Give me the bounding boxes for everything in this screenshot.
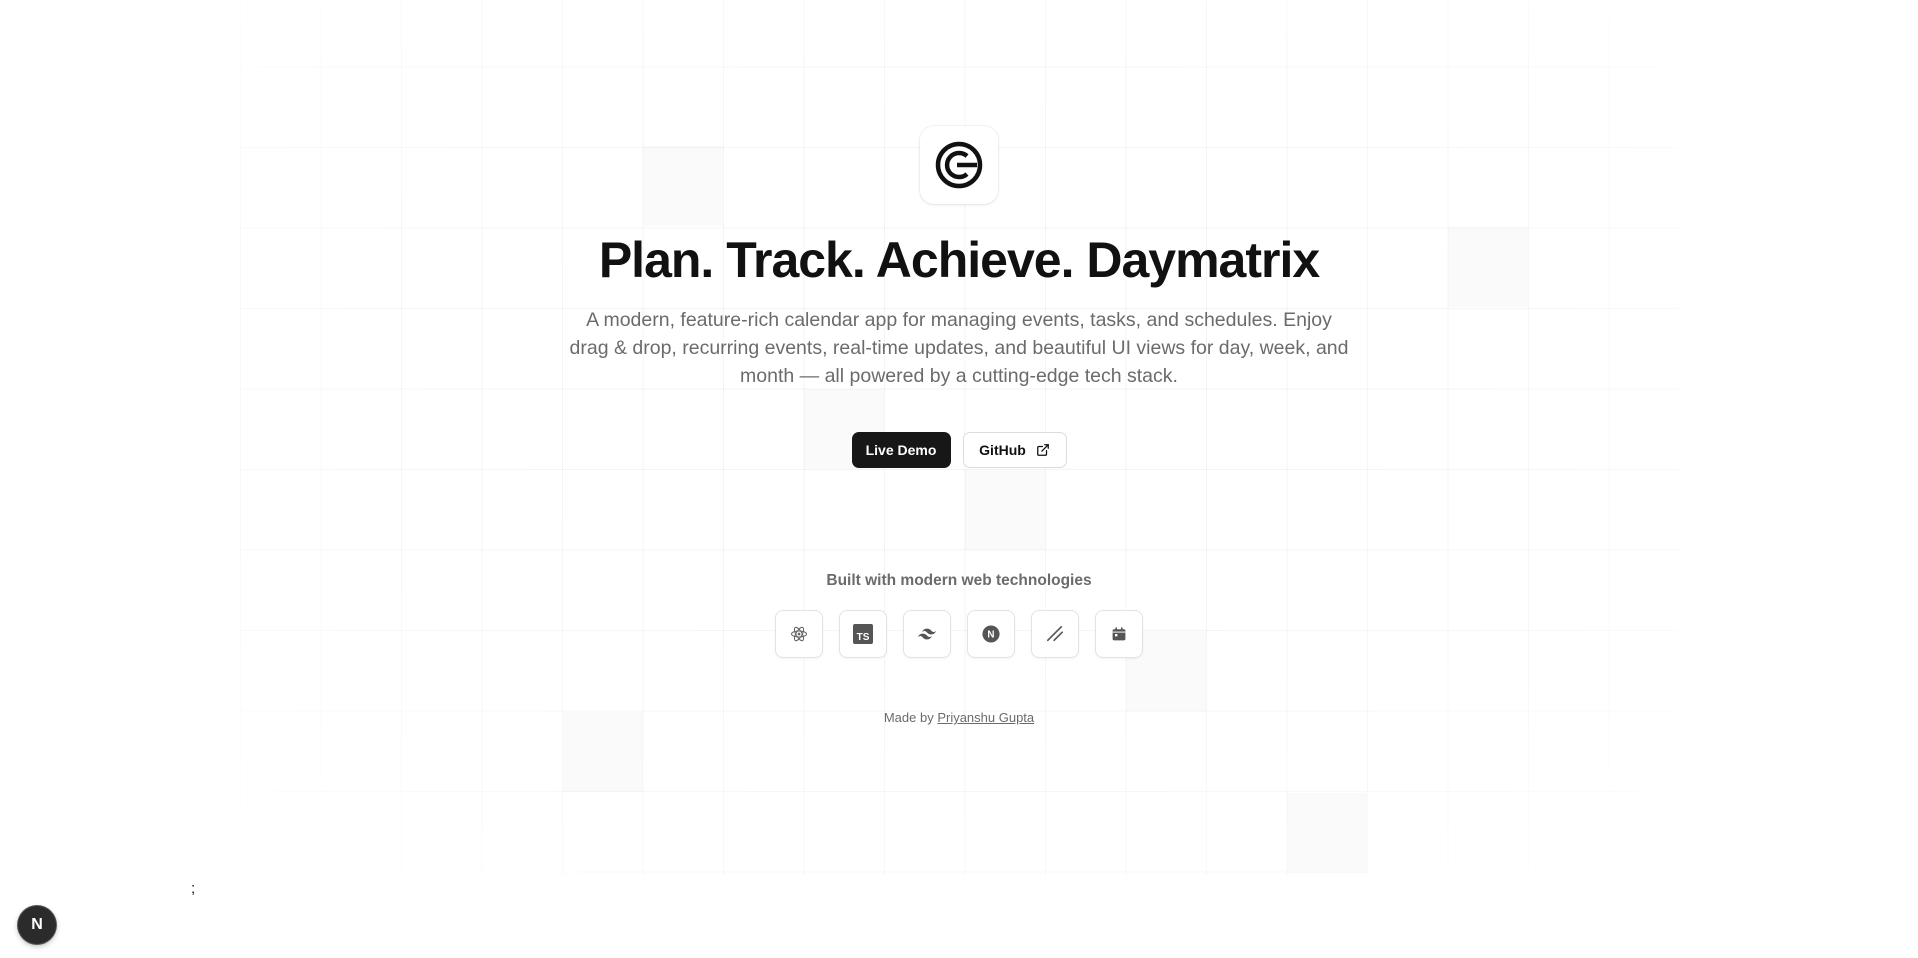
page: Plan. Track. Achieve. Daymatrix A modern…	[0, 0, 1918, 958]
tech-item-calendar[interactable]	[1095, 610, 1143, 658]
hero-section: Plan. Track. Achieve. Daymatrix A modern…	[0, 0, 1918, 725]
live-demo-button[interactable]: Live Demo	[851, 432, 951, 468]
tech-item-shadcn[interactable]	[1031, 610, 1079, 658]
tech-item-tailwind[interactable]	[903, 610, 951, 658]
tech-item-typescript[interactable]: TS	[839, 610, 887, 658]
footer-prefix: Made by	[883, 710, 938, 725]
shadcn-icon	[1046, 625, 1064, 642]
tech-stack-list: TS N	[775, 610, 1143, 658]
tailwind-icon	[917, 628, 937, 640]
typescript-icon: TS	[853, 624, 873, 644]
live-demo-label: Live Demo	[865, 442, 937, 458]
github-button[interactable]: GitHub	[962, 432, 1067, 468]
react-icon	[790, 626, 808, 642]
calendar-icon	[1112, 627, 1126, 641]
daymatrix-logo-icon	[935, 141, 983, 189]
nextjs-icon: N	[982, 625, 1000, 643]
hero-description: A modern, feature-rich calendar app for …	[569, 309, 1349, 387]
footer-credit: Made by Priyanshu Gupta	[884, 710, 1034, 725]
nextjs-badge-letter: N	[31, 916, 43, 933]
typescript-icon-text: TS	[857, 632, 870, 643]
tech-item-nextjs[interactable]: N	[967, 610, 1015, 658]
github-label: GitHub	[979, 442, 1026, 458]
page-title: Plan. Track. Achieve. Daymatrix	[598, 232, 1320, 288]
stray-text: ;	[191, 880, 196, 897]
nextjs-icon-text: N	[987, 630, 994, 641]
tech-stack-heading: Built with modern web technologies	[826, 572, 1092, 589]
grid-tile	[1287, 793, 1367, 873]
external-link-icon	[1036, 444, 1049, 456]
nextjs-dev-tools-button[interactable]: N	[18, 906, 56, 944]
tech-item-react[interactable]	[775, 610, 823, 658]
hero-actions: Live Demo GitHub	[851, 432, 1067, 468]
author-link[interactable]: Priyanshu Gupta	[937, 710, 1034, 725]
app-logo	[920, 126, 998, 204]
